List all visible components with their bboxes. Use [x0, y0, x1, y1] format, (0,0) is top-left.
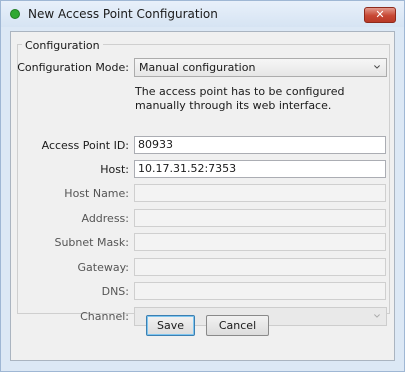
host-name-label: Host Name:: [64, 187, 129, 200]
gateway-label: Gateway:: [77, 261, 130, 274]
close-button[interactable]: ✕: [364, 7, 396, 23]
close-icon: ✕: [375, 8, 385, 21]
host-field[interactable]: 10.17.31.52:7353: [134, 160, 386, 178]
chevron-down-icon: [374, 314, 380, 318]
save-button[interactable]: Save: [146, 315, 195, 336]
dialog-window: New Access Point Configuration ✕ Configu…: [0, 0, 405, 372]
chevron-down-icon: [374, 65, 380, 69]
configuration-mode-select[interactable]: Manual configuration: [134, 58, 387, 77]
dialog-body: Configuration Configuration Mode: Manual…: [10, 31, 395, 361]
configuration-group-legend: Configuration: [22, 39, 103, 52]
subnet-mask-label: Subnet Mask:: [54, 236, 129, 249]
subnet-mask-field[interactable]: [134, 233, 386, 251]
cancel-button[interactable]: Cancel: [206, 315, 269, 336]
title-bar[interactable]: New Access Point Configuration ✕: [1, 1, 404, 27]
dns-label: DNS:: [101, 285, 129, 298]
dns-field[interactable]: [134, 282, 386, 300]
configuration-mode-value: Manual configuration: [139, 61, 256, 74]
configuration-mode-note: The access point has to be configured ma…: [135, 85, 345, 112]
configuration-mode-label: Configuration Mode:: [17, 61, 129, 74]
access-point-id-field[interactable]: 80933: [134, 136, 386, 154]
host-name-field[interactable]: [134, 184, 386, 202]
host-label: Host:: [100, 163, 129, 176]
status-dot-icon: [10, 9, 20, 19]
access-point-id-label: Access Point ID:: [41, 139, 129, 152]
address-field[interactable]: [134, 209, 386, 227]
channel-label: Channel:: [80, 310, 129, 323]
gateway-field[interactable]: [134, 258, 386, 276]
window-title: New Access Point Configuration: [28, 7, 218, 21]
address-label: Address:: [81, 212, 129, 225]
